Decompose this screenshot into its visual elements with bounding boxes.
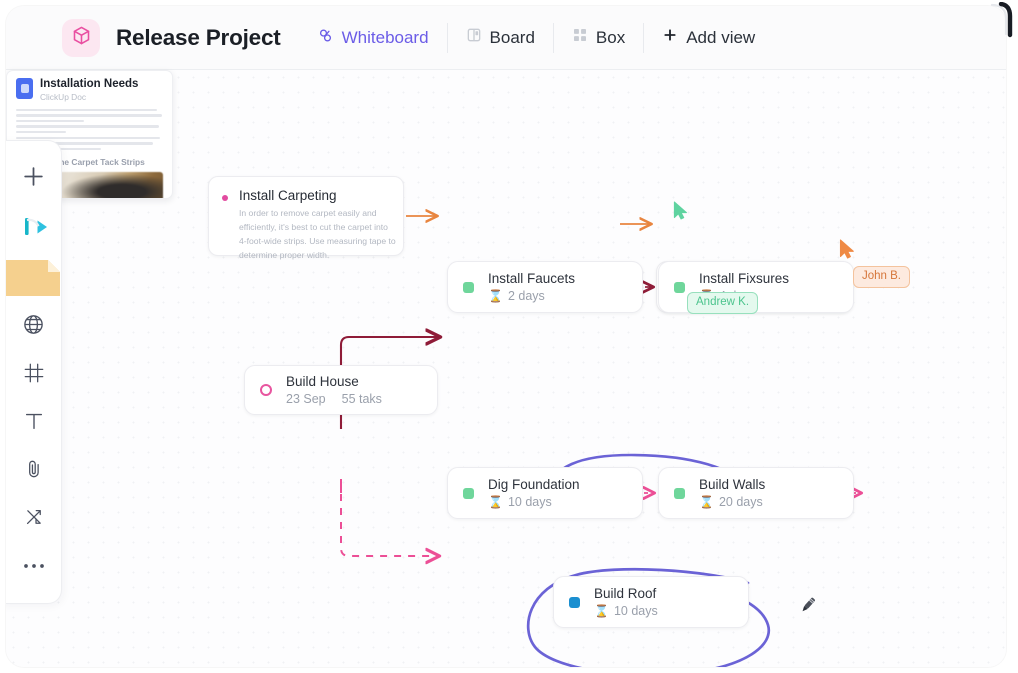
cube-icon — [71, 25, 92, 51]
cursor-label-john: John B. — [853, 266, 910, 288]
connector-arrows-icon — [23, 506, 45, 533]
list-status-ring-icon — [260, 384, 272, 396]
tab-whiteboard[interactable]: Whiteboard — [299, 23, 447, 53]
hourglass-icon: ⌛ — [594, 604, 609, 619]
text-icon — [23, 410, 45, 437]
tab-board[interactable]: Board — [446, 22, 553, 53]
list-meta: 23 Sep 55 taks — [286, 392, 382, 406]
hourglass-icon: ⌛ — [488, 289, 503, 304]
sidebar-item-sticky-note-tool[interactable] — [6, 251, 60, 303]
plus-icon — [662, 27, 678, 48]
task-duration: 20 days — [718, 495, 763, 510]
connector-layer — [339, 70, 1006, 667]
project-logo[interactable] — [62, 18, 100, 57]
corner-bracket-decoration — [988, 1, 1014, 45]
list-title: Build House — [286, 373, 359, 389]
hourglass-icon: ⌛ — [488, 495, 503, 510]
sidebar-item-frame-tool[interactable] — [10, 351, 58, 399]
list-card-build-house[interactable]: Build House 23 Sep 55 taks — [244, 365, 438, 415]
frame-icon — [23, 362, 45, 389]
task-meta: ⌛ 20 days — [699, 495, 765, 509]
task-title: Install Faucets — [488, 270, 576, 286]
cursor-select-icon — [19, 214, 49, 240]
ellipsis-icon — [22, 558, 46, 576]
task-duration: 2 days — [507, 289, 545, 304]
tab-add-view[interactable]: Add view — [643, 22, 773, 53]
status-badge — [569, 596, 580, 608]
page-title: Release Project — [116, 24, 281, 50]
sticky-note-icon — [6, 258, 60, 303]
hourglass-icon: ⌛ — [699, 495, 714, 510]
whiteboard-app: Release Project Whiteboard Board Box Add… — [0, 0, 1018, 673]
note-title: Install Carpeting — [239, 188, 337, 203]
task-duration: 10 days — [613, 604, 658, 619]
cursor-label-andrew: Andrew K. — [687, 292, 759, 314]
plus-icon — [21, 164, 46, 194]
note-bullet-icon — [222, 195, 228, 201]
globe-icon — [22, 313, 45, 341]
sidebar-item-attachment-tool[interactable] — [10, 447, 58, 495]
sidebar-item-more-tool[interactable] — [10, 543, 58, 591]
view-tabs: Whiteboard Board Box Add view — [299, 22, 774, 53]
task-card-build-walls[interactable]: Build Walls ⌛ 20 days — [658, 467, 854, 519]
status-badge — [463, 281, 474, 293]
task-title: Build Walls — [699, 476, 766, 492]
task-title: Dig Foundation — [488, 476, 580, 492]
whiteboard-icon — [317, 27, 334, 49]
box-grid-icon — [572, 27, 588, 48]
tab-add-view-label: Add view — [686, 28, 756, 47]
task-card-dig-foundation[interactable]: Dig Foundation ⌛ 10 days — [447, 467, 643, 519]
cursor-andrew — [673, 201, 689, 225]
tool-sidebar — [6, 140, 62, 604]
connector-house-dig-elbow — [340, 480, 440, 556]
sidebar-item-select-tool[interactable] — [10, 203, 58, 251]
tab-whiteboard-label: Whiteboard — [341, 28, 429, 47]
task-card-install-faucets[interactable]: Install Faucets ⌛ 2 days — [447, 261, 643, 313]
task-card-build-roof[interactable]: Build Roof ⌛ 10 days — [553, 576, 749, 628]
task-title: Build Roof — [594, 585, 657, 601]
task-title: Install Fixsures — [699, 270, 790, 286]
tab-box[interactable]: Box — [552, 22, 643, 53]
whiteboard-canvas[interactable]: Install Carpeting In order to remove car… — [6, 70, 1006, 667]
sidebar-item-add-tool[interactable] — [10, 155, 58, 203]
sidebar-item-connector-tool[interactable] — [10, 495, 58, 543]
cursor-sam-pencil — [797, 594, 819, 621]
list-date: 23 Sep — [286, 392, 326, 407]
status-badge — [674, 281, 685, 293]
status-badge — [463, 487, 474, 499]
sidebar-item-web-tool[interactable] — [10, 303, 58, 351]
task-duration: 10 days — [507, 495, 552, 510]
task-meta: ⌛ 10 days — [488, 495, 580, 509]
list-task-count: 55 taks — [341, 392, 382, 407]
sticky-note-install-carpeting[interactable]: Install Carpeting In order to remove car… — [208, 176, 404, 260]
sidebar-item-text-tool[interactable] — [10, 399, 58, 447]
cursor-john — [839, 239, 856, 264]
board-icon — [466, 27, 482, 48]
task-meta: ⌛ 2 days — [488, 289, 575, 303]
tab-box-label: Box — [595, 28, 626, 47]
app-frame: Release Project Whiteboard Board Box Add… — [6, 6, 1006, 667]
paperclip-icon — [23, 458, 45, 485]
task-meta: ⌛ 10 days — [594, 604, 658, 618]
app-header: Release Project Whiteboard Board Box Add… — [6, 6, 1006, 70]
tab-board-label: Board — [489, 28, 535, 47]
status-badge — [674, 487, 685, 499]
note-body: In order to remove carpet easily and eff… — [239, 208, 396, 260]
